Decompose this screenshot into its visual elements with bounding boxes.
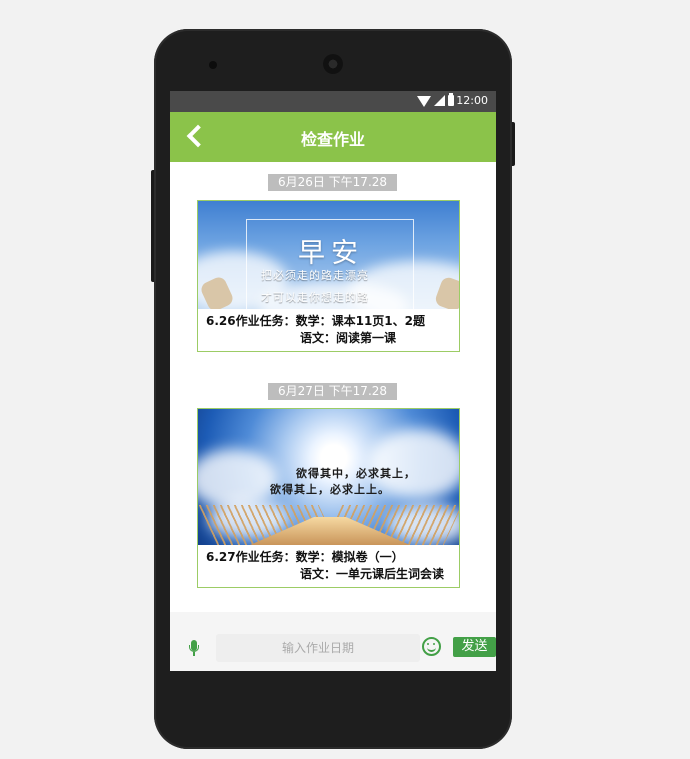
homework-image: 欲得其中，必求其上， 欲得其上，必求上上。 (198, 409, 459, 545)
homework-card[interactable]: 欲得其中，必求其上， 欲得其上，必求上上。 6.27作业任务：数学：模拟卷（一）… (197, 408, 460, 588)
battery-icon (448, 93, 454, 106)
proximity-sensor (209, 61, 217, 69)
signal-icon (434, 95, 445, 106)
smile-icon[interactable] (422, 637, 441, 656)
status-icons (417, 93, 454, 107)
status-bar: 12:00 (170, 91, 496, 112)
homework-card[interactable]: 早安 把必须走的路走漂亮 才可以走你想走的路 6.26作业任务：数学：课本11页… (197, 200, 460, 352)
page-title: 检查作业 (300, 130, 365, 149)
homework-image: 早安 把必须走的路走漂亮 才可以走你想走的路 (198, 201, 459, 309)
homework-line: 语文：一单元课后生词会读 (300, 567, 445, 581)
homework-line: 语文：阅读第一课 (300, 331, 397, 345)
status-time: 12:00 (456, 94, 488, 107)
image-line: 欲得其中，必求其上， (296, 467, 416, 480)
mic-icon[interactable] (189, 640, 199, 656)
homework-text: 6.26作业任务：数学：课本11页1、2题 语文：阅读第一课 (198, 309, 459, 351)
homework-text: 6.27作业任务：数学：模拟卷（一） 语文：一单元课后生词会读 (198, 545, 459, 587)
app-bar: 检查作业 (170, 112, 496, 162)
date-badge: 6月27日 下午17.28 (268, 383, 397, 400)
phone-screen: 12:00 检查作业 6月26日 下午17.28 早安 把必须走的路走漂亮 才可… (170, 91, 496, 671)
message-list: 6月26日 下午17.28 早安 把必须走的路走漂亮 才可以走你想走的路 6.2… (170, 162, 496, 612)
homework-line: 6.27作业任务：数学：模拟卷（一） (206, 550, 404, 564)
input-bar: 发送 (170, 612, 496, 671)
image-line: 才可以走你想走的路 (261, 291, 369, 304)
send-button[interactable]: 发送 (453, 637, 496, 657)
date-input[interactable] (216, 634, 420, 662)
image-heading: 早安 (298, 238, 364, 269)
homework-line: 6.26作业任务：数学：课本11页1、2题 (206, 314, 426, 328)
image-line: 把必须走的路走漂亮 (261, 269, 369, 282)
image-line: 欲得其上，必求上上。 (270, 483, 390, 496)
date-badge: 6月26日 下午17.28 (268, 174, 397, 191)
wifi-icon (417, 96, 431, 107)
earpiece-speaker (323, 54, 343, 74)
